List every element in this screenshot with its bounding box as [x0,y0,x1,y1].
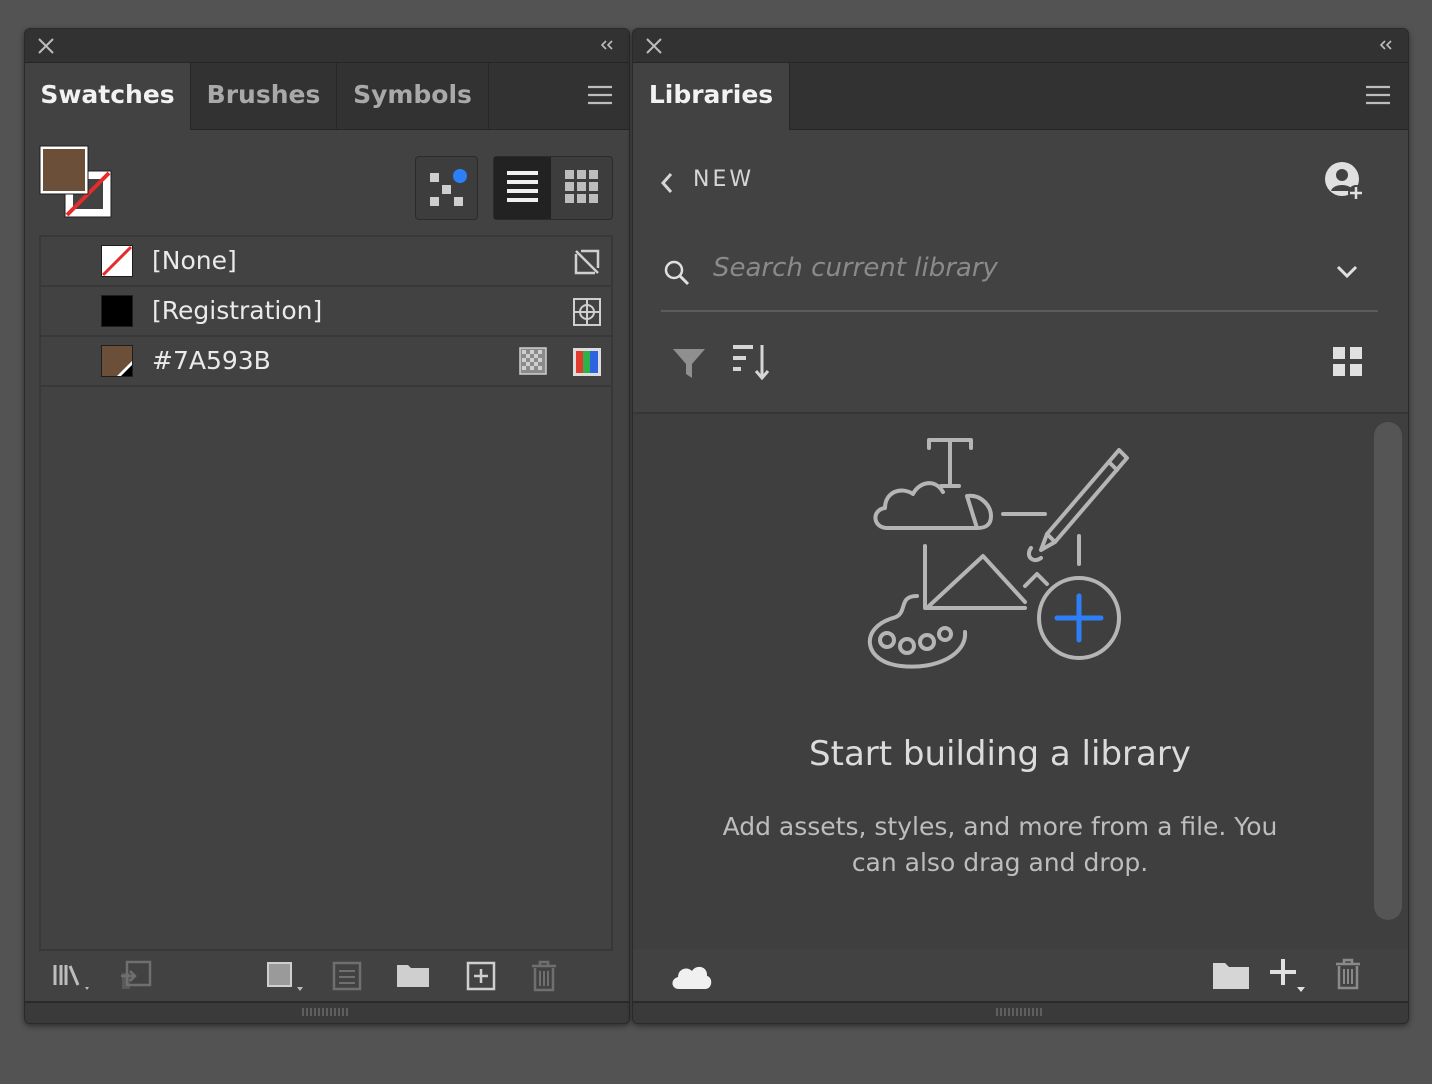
swatch-row-registration[interactable]: [Registration] [41,287,611,337]
list-view-icon [507,171,538,202]
swatch-name: [Registration] [152,296,323,325]
tab-brushes[interactable]: Brushes [191,63,337,129]
swatches-panel: Swatches Brushes Symbols [None] [Registr… [24,28,630,1024]
swatch-libraries-menu-icon[interactable] [51,959,91,993]
swatch-kinds-icon [430,169,467,206]
swatch-kinds-menu-icon[interactable] [265,959,305,993]
tab-bar: Libraries [633,63,1408,130]
close-icon[interactable] [645,37,663,55]
swatch-name: #7A593B [152,346,271,375]
resize-grip[interactable] [633,1001,1408,1023]
registration-icon [573,298,601,326]
panel-menu-icon[interactable] [1365,84,1391,106]
delete-swatch-icon [532,960,556,992]
tab-symbols[interactable]: Symbols [337,63,489,129]
search-input[interactable]: Search current library [713,253,998,283]
panel-titlebar [25,29,629,63]
grip-icon [302,1008,348,1016]
tab-swatches[interactable]: Swatches [25,63,191,130]
color-swatch-chip [101,345,133,377]
empty-state-description: Add assets, styles, and more from a file… [722,812,1278,877]
panel-titlebar [633,29,1408,63]
panel-menu-icon[interactable] [587,84,613,106]
chevron-down-icon[interactable] [1335,261,1359,281]
registration-swatch-chip [101,295,133,327]
collapse-panel-icon[interactable] [599,38,615,52]
empty-library-illustration-icon [867,438,1129,669]
collapse-panel-icon[interactable] [1378,38,1394,52]
search-icon [664,260,690,286]
none-swatch-chip [101,245,133,277]
back-chevron-icon[interactable] [659,171,675,195]
swatch-options-icon [332,961,362,991]
swatch-row-7a593b[interactable]: #7A593B [41,337,611,387]
sort-icon[interactable] [729,341,773,383]
new-color-group-icon[interactable] [395,959,431,993]
search-underline [661,310,1378,312]
resize-grip[interactable] [25,1001,629,1023]
tab-bar: Swatches Brushes Symbols [25,63,629,130]
swatch-row-none[interactable]: [None] [41,237,611,287]
grid-view-icon[interactable] [1331,345,1365,379]
swatch-name: [None] [152,246,237,275]
tab-libraries[interactable]: Libraries [633,63,790,130]
scrollbar[interactable] [1374,422,1402,920]
empty-state-title: Start building a library [809,734,1191,774]
new-swatch-icon[interactable] [465,959,497,993]
filter-icon[interactable] [671,345,707,381]
no-edit-icon [574,249,600,275]
invite-user-icon[interactable] [1323,161,1367,203]
list-view-button[interactable] [494,157,551,219]
swatch-list: [None] [Registration] #7A593B [39,235,613,951]
close-icon[interactable] [37,37,55,55]
process-color-icon [519,347,547,375]
library-back-label[interactable]: NEW [693,167,754,192]
library-content-area: Start building a library Add assets, sty… [633,412,1408,949]
fill-stroke-widget[interactable] [39,145,115,221]
library-footer [633,951,1408,1003]
grid-view-icon [565,170,598,203]
grip-icon [996,1008,1042,1016]
rgb-mode-icon [573,348,601,376]
grid-view-button[interactable] [552,157,612,219]
place-swatch-icon [121,960,152,989]
libraries-panel: Libraries NEW Search current library Sta… [632,28,1409,1024]
folder-icon[interactable] [1211,957,1251,993]
show-swatch-kinds-button[interactable] [415,156,478,220]
cloud-sync-icon[interactable] [669,961,713,993]
add-content-icon[interactable] [1267,955,1309,995]
view-toggle-group [493,156,613,220]
delete-icon [1336,958,1360,990]
